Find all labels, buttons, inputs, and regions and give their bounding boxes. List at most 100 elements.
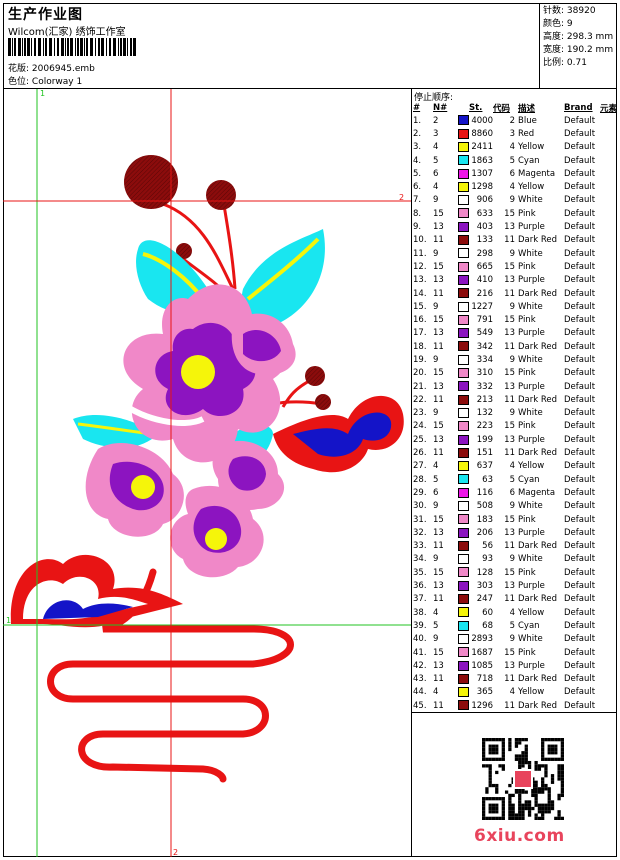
- row-number: 3.: [413, 142, 422, 153]
- color-description: Dark Red: [518, 288, 558, 299]
- needle-number: 4: [433, 461, 439, 472]
- page-title: 生产作业图: [8, 7, 83, 23]
- needle-number: 4: [433, 182, 439, 193]
- color-description: Dark Red: [518, 700, 558, 711]
- stitch-count: 2893: [471, 634, 493, 645]
- thread-brand: Default: [564, 461, 596, 472]
- color-description: Pink: [518, 261, 536, 272]
- swatch-box: [458, 421, 469, 432]
- color-swatch: [455, 367, 469, 380]
- table-row: 5. 6 1307 6 Magenta Default: [413, 167, 617, 180]
- table-row: 28. 5 63 5 Cyan Default: [413, 473, 617, 486]
- stitch-count: 63: [482, 474, 493, 485]
- color-swatch: [455, 180, 469, 193]
- element-cell: [600, 154, 617, 167]
- row-number: 9.: [413, 222, 422, 233]
- element-cell: [600, 407, 617, 420]
- header-stats-divider: [539, 3, 540, 88]
- table-row: 36. 13 303 13 Purple Default: [413, 579, 617, 592]
- swatch-box: [458, 620, 469, 631]
- table-row: 32. 13 206 13 Purple Default: [413, 526, 617, 539]
- swatch-box: [458, 594, 469, 605]
- color-description: Purple: [518, 381, 545, 392]
- thread-brand: Default: [564, 341, 596, 352]
- color-code: 5: [509, 474, 515, 485]
- swatch-box: [458, 434, 469, 445]
- swatch-box: [458, 341, 469, 352]
- thread-brand: Default: [564, 527, 596, 538]
- table-row: 21. 13 332 13 Purple Default: [413, 380, 617, 393]
- color-swatch: [455, 593, 469, 606]
- color-swatch: [455, 446, 469, 459]
- element-cell: [600, 619, 617, 632]
- thread-brand: Default: [564, 301, 596, 312]
- element-cell: [600, 593, 617, 606]
- stitch-count: 206: [476, 527, 493, 538]
- color-description: Yellow: [518, 461, 545, 472]
- row-number: 20.: [413, 368, 427, 379]
- color-swatch: [455, 300, 469, 313]
- row-number: 23.: [413, 408, 427, 419]
- table-row: 12. 15 665 15 Pink Default: [413, 260, 617, 273]
- swatch-box: [458, 567, 469, 578]
- swatch-box: [458, 540, 469, 551]
- color-code: 2: [509, 115, 515, 126]
- swatch-box: [458, 514, 469, 525]
- thread-brand: Default: [564, 581, 596, 592]
- stitch-count: 93: [482, 554, 493, 565]
- swatch-box: [458, 700, 469, 711]
- needle-number: 9: [433, 554, 439, 565]
- row-number: 35.: [413, 567, 427, 578]
- stitch-count: 4000: [471, 115, 493, 126]
- color-code: 15: [504, 421, 515, 432]
- stitch-count: 718: [476, 674, 493, 685]
- needle-number: 13: [433, 275, 444, 286]
- color-description: Yellow: [518, 182, 545, 193]
- design-value: 2006945.emb: [31, 64, 95, 74]
- needle-number: 6: [433, 168, 439, 179]
- table-row: 20. 15 310 15 Pink Default: [413, 367, 617, 380]
- element-cell: [600, 526, 617, 539]
- table-row: 39. 5 68 5 Cyan Default: [413, 619, 617, 632]
- stat-stitches: 针数: 38920: [543, 6, 596, 16]
- thread-brand: Default: [564, 408, 596, 419]
- needle-number: 13: [433, 581, 444, 592]
- stitch-count: 132: [476, 408, 493, 419]
- table-row: 19. 9 334 9 White Default: [413, 353, 617, 366]
- color-swatch: [455, 633, 469, 646]
- color-code: 9: [509, 634, 515, 645]
- element-cell: [600, 327, 617, 340]
- color-description: Pink: [518, 208, 536, 219]
- element-cell: [600, 353, 617, 366]
- table-row: 6. 4 1298 4 Yellow Default: [413, 180, 617, 193]
- color-swatch: [455, 234, 469, 247]
- stitch-count: 56: [482, 541, 493, 552]
- color-description: Pink: [518, 567, 536, 578]
- thread-brand: Default: [564, 674, 596, 685]
- color-code: 9: [509, 301, 515, 312]
- guide-v2-label: 2: [173, 848, 178, 857]
- color-description: Pink: [518, 647, 536, 658]
- row-number: 30.: [413, 501, 427, 512]
- table-row: 45. 11 1296 11 Dark Red Default: [413, 699, 617, 712]
- swatch-box: [458, 274, 469, 285]
- swatch-box: [458, 447, 469, 458]
- table-row: 35. 15 128 15 Pink Default: [413, 566, 617, 579]
- thread-brand: Default: [564, 554, 596, 565]
- row-number: 41.: [413, 647, 427, 658]
- color-swatch: [455, 686, 469, 699]
- color-swatch: [455, 353, 469, 366]
- element-cell: [600, 486, 617, 499]
- embroidery-preview: 1 1 2 2: [3, 89, 411, 857]
- table-row: 17. 13 549 13 Purple Default: [413, 327, 617, 340]
- color-description: Yellow: [518, 607, 545, 618]
- needle-number: 15: [433, 208, 444, 219]
- needle-number: 13: [433, 527, 444, 538]
- stitch-count: 410: [476, 275, 493, 286]
- color-code: 11: [504, 288, 515, 299]
- stat-scale: 比例: 0.71: [543, 58, 587, 68]
- color-swatch: [455, 260, 469, 273]
- thread-brand: Default: [564, 487, 596, 498]
- row-number: 38.: [413, 607, 427, 618]
- needle-number: 6: [433, 487, 439, 498]
